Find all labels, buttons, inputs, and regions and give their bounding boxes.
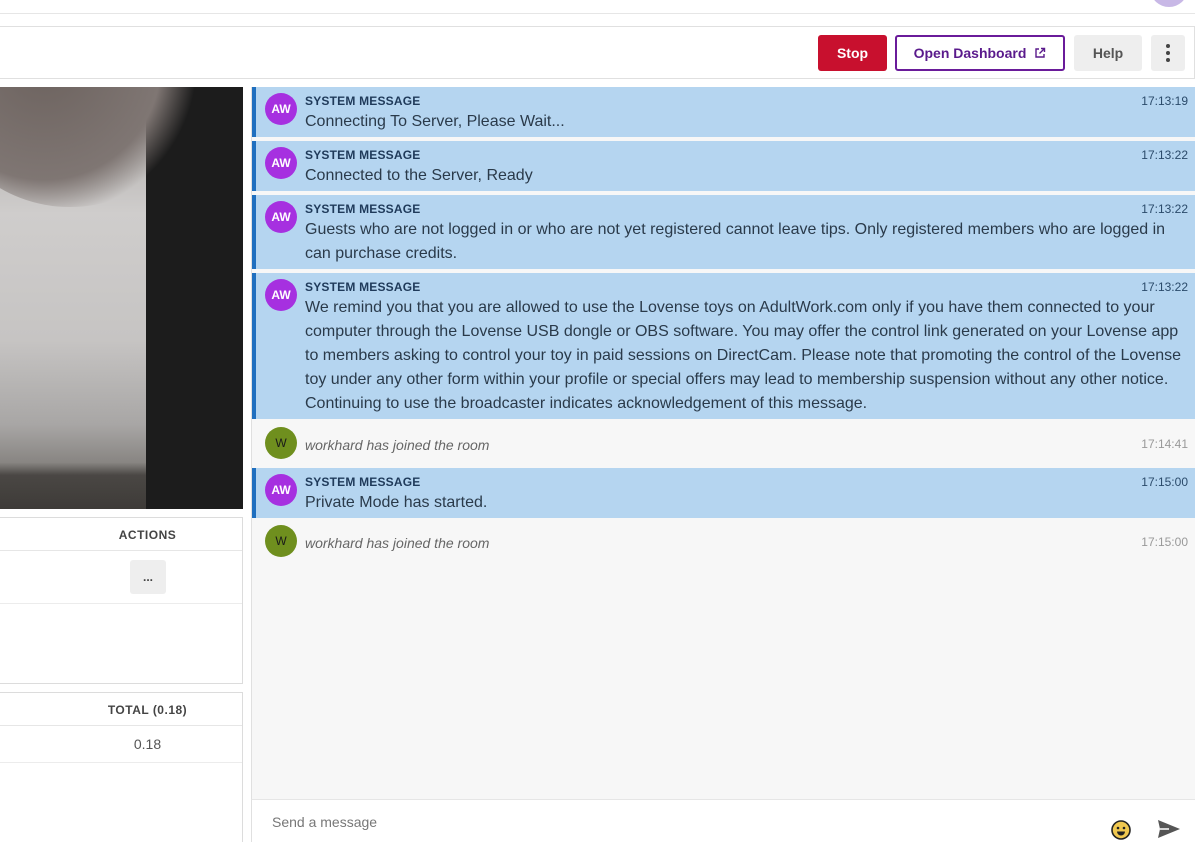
message-input[interactable] (272, 814, 1092, 830)
join-notice: W workhard has joined the room 17:14:41 (252, 421, 1195, 467)
message-time: 17:13:22 (1141, 202, 1188, 216)
video-frame (0, 87, 200, 509)
video-preview (0, 87, 243, 509)
message-time: 17:13:22 (1141, 148, 1188, 162)
message-composer (251, 799, 1195, 842)
stop-button[interactable]: Stop (818, 35, 887, 71)
message-sender: SYSTEM MESSAGE (305, 202, 421, 216)
actions-column-header: ACTIONS (0, 518, 242, 551)
chat-panel: AW SYSTEM MESSAGE 17:13:19 Connecting To… (251, 87, 1195, 842)
message-sender: SYSTEM MESSAGE (305, 148, 421, 162)
top-strip (0, 0, 1195, 14)
aw-avatar: AW (265, 279, 297, 311)
message-text: Connecting To Server, Please Wait... (305, 113, 565, 130)
message-sender: SYSTEM MESSAGE (305, 475, 421, 489)
message-time: 17:15:00 (1141, 535, 1188, 549)
external-link-icon (1034, 47, 1046, 59)
system-message: AW SYSTEM MESSAGE 17:15:00 Private Mode … (252, 468, 1195, 518)
actions-panel: ACTIONS ... (0, 517, 243, 684)
total-value: 0.18 (133, 736, 162, 752)
system-message: AW SYSTEM MESSAGE 17:13:19 Connecting To… (252, 87, 1195, 137)
user-avatar-w: W (265, 427, 297, 459)
message-sender: SYSTEM MESSAGE (305, 280, 421, 294)
open-dashboard-button[interactable]: Open Dashboard (895, 35, 1065, 71)
system-message: AW SYSTEM MESSAGE 17:13:22 Guests who ar… (252, 195, 1195, 269)
aw-avatar: AW (265, 93, 297, 125)
table-row: ... (0, 551, 242, 604)
message-text: Connected to the Server, Ready (305, 167, 533, 184)
open-dashboard-label: Open Dashboard (913, 45, 1027, 61)
message-time: 17:14:41 (1141, 437, 1188, 451)
join-text: workhard has joined the room (305, 437, 490, 453)
smiley-face-icon[interactable] (1110, 819, 1132, 841)
total-column-header: TOTAL (0.18) (0, 693, 242, 726)
user-avatar-w: W (265, 525, 297, 557)
aw-avatar: AW (265, 474, 297, 506)
message-time: 17:13:19 (1141, 94, 1188, 108)
message-text: Private Mode has started. (305, 494, 488, 511)
join-notice: W workhard has joined the room 17:15:00 (252, 519, 1195, 565)
system-message: AW SYSTEM MESSAGE 17:13:22 We remind you… (252, 273, 1195, 419)
system-message: AW SYSTEM MESSAGE 17:13:22 Connected to … (252, 141, 1195, 191)
more-options-icon[interactable] (1151, 35, 1185, 71)
broadcast-toolbar: Stop Open Dashboard Help (0, 26, 1195, 79)
aw-avatar: AW (265, 147, 297, 179)
table-row: 0.18 (0, 726, 242, 763)
message-sender: SYSTEM MESSAGE (305, 94, 421, 108)
message-text: Guests who are not logged in or who are … (305, 221, 1166, 262)
message-time: 17:15:00 (1141, 475, 1188, 489)
row-actions-button[interactable]: ... (130, 560, 166, 594)
user-avatar[interactable] (1151, 0, 1187, 7)
join-text: workhard has joined the room (305, 535, 490, 551)
totals-panel: TOTAL (0.18) 0.18 (0, 692, 243, 842)
send-arrow-icon[interactable] (1156, 818, 1182, 840)
help-button[interactable]: Help (1074, 35, 1142, 71)
message-time: 17:13:22 (1141, 280, 1188, 294)
aw-avatar: AW (265, 201, 297, 233)
message-text: We remind you that you are allowed to us… (305, 299, 1182, 412)
